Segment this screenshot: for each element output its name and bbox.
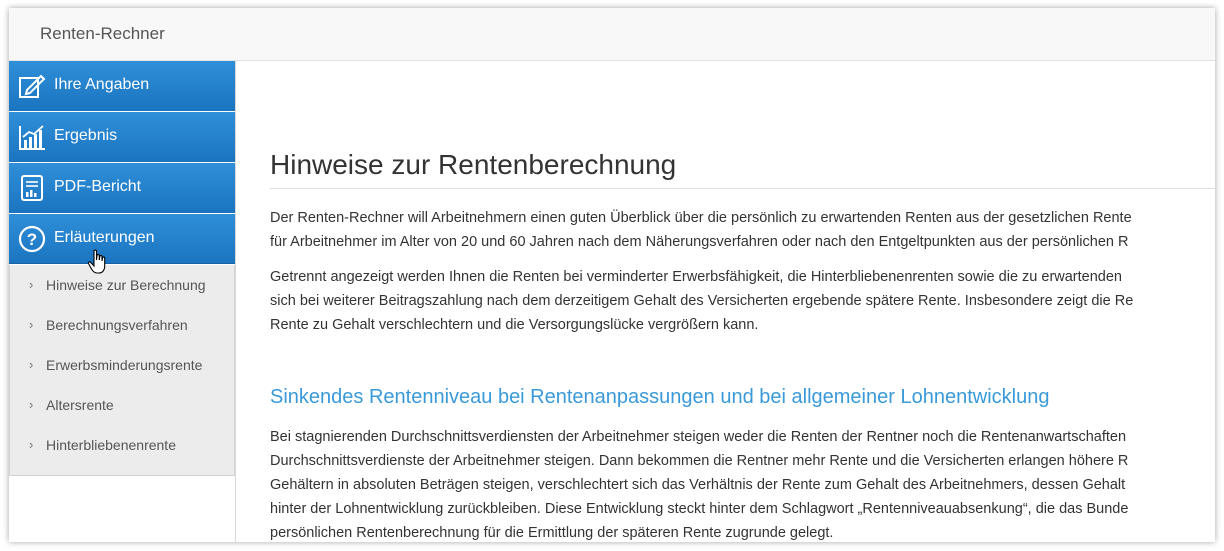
- nav-label: PDF-Bericht: [54, 178, 142, 195]
- sidebar: Ihre Angaben Ergebnis PDF-Bericht ? Erlä…: [9, 61, 235, 542]
- text-line: Gehältern in absoluten Beträgen steigen,…: [270, 477, 1126, 493]
- nav-item-erlaeuterungen[interactable]: ? Erläuterungen: [9, 214, 235, 264]
- text-line: persönlichen Rentenberechnung für die Er…: [270, 525, 834, 541]
- edit-form-icon: [19, 74, 46, 98]
- chevron-right-icon: ›: [29, 397, 34, 412]
- submenu-label: Berechnungsverfahren: [46, 317, 188, 333]
- chevron-right-icon: ›: [29, 317, 34, 332]
- submenu-label: Erwerbsminderungsrente: [46, 357, 203, 373]
- nav-item-ihre-angaben[interactable]: Ihre Angaben: [9, 61, 235, 111]
- text-line: sich bei weiterer Beitragszahlung nach d…: [270, 293, 1134, 309]
- text-line: Durchschnittsverdienste der Arbeitnehmer…: [270, 453, 1129, 469]
- nav-label: Ihre Angaben: [54, 76, 150, 93]
- submenu-label: Hinterbliebenenrente: [46, 437, 176, 453]
- text-line: hinter der Lohnentwicklung zurückbleiben…: [270, 501, 1129, 517]
- text-line: Der Renten-Rechner will Arbeitnehmern ei…: [270, 210, 1132, 226]
- bar-chart-icon: [19, 125, 45, 150]
- submenu: › Hinweise zur Berechnung › Berechnungsv…: [9, 265, 235, 476]
- submenu-item-erwerbsminderungsrente[interactable]: › Erwerbsminderungsrente: [10, 345, 234, 385]
- hand-cursor-icon: [87, 249, 106, 274]
- submenu-item-altersrente[interactable]: › Altersrente: [10, 385, 234, 425]
- app-title: Renten-Rechner: [40, 24, 165, 43]
- chevron-right-icon: ›: [29, 357, 34, 372]
- app-window: Renten-Rechner Ihre Angaben Ergebnis PDF…: [9, 8, 1215, 542]
- page-title: Hinweise zur Rentenberechnung: [270, 149, 677, 180]
- text-line: für Arbeitnehmer im Alter von 20 und 60 …: [270, 234, 1129, 250]
- paragraph-intro: Der Renten-Rechner will Arbeitnehmern ei…: [270, 206, 1215, 254]
- submenu-label: Hinweise zur Berechnung: [46, 277, 206, 293]
- nav-item-pdf-bericht[interactable]: PDF-Bericht: [9, 163, 235, 213]
- submenu-item-hinweise[interactable]: › Hinweise zur Berechnung: [10, 265, 234, 305]
- top-bar: Renten-Rechner: [9, 8, 1215, 61]
- submenu-label: Altersrente: [46, 397, 114, 413]
- chevron-right-icon: ›: [29, 277, 34, 292]
- text-line: Bei stagnierenden Durchschnittsverdienst…: [270, 429, 1127, 445]
- nav-label: Erläuterungen: [54, 229, 155, 246]
- paragraph-details: Getrennt angezeigt werden Ihnen die Rent…: [270, 265, 1215, 337]
- main-content: Hinweise zur Rentenberechnung Der Renten…: [235, 61, 1215, 542]
- text-line: Rente zu Gehalt verschlechtern und die V…: [270, 317, 759, 333]
- submenu-item-berechnungsverfahren[interactable]: › Berechnungsverfahren: [10, 305, 234, 345]
- submenu-item-hinterbliebenenrente[interactable]: › Hinterbliebenenrente: [10, 425, 234, 465]
- report-document-icon: [21, 175, 43, 201]
- nav-label: Ergebnis: [54, 127, 118, 144]
- svg-text:?: ?: [27, 230, 37, 249]
- nav-item-ergebnis[interactable]: Ergebnis: [9, 112, 235, 162]
- text-line: Getrennt angezeigt werden Ihnen die Rent…: [270, 269, 1122, 285]
- question-circle-icon: ?: [18, 225, 46, 253]
- title-divider: [270, 188, 1215, 189]
- section-subheading: Sinkendes Rentenniveau bei Rentenanpassu…: [270, 386, 1050, 408]
- paragraph-rentenniveau: Bei stagnierenden Durchschnittsverdienst…: [270, 425, 1215, 542]
- chevron-right-icon: ›: [29, 437, 34, 452]
